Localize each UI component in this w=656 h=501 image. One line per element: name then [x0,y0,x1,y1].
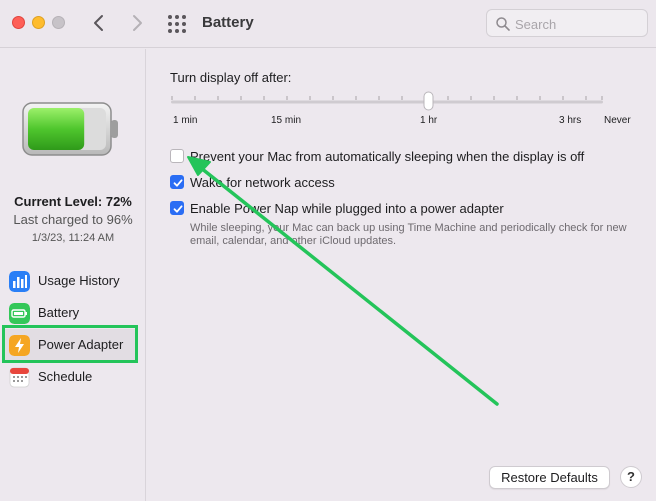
slider-tick-label: 3 hrs [559,115,582,126]
help-button[interactable]: ? [620,466,642,488]
grid-icon [168,15,186,33]
sidebar-item-label: Battery [38,305,80,320]
power-adapter-highlight [2,325,138,363]
chevron-right-icon [133,15,142,31]
search-icon [496,17,510,31]
checkmark-icon [173,205,183,213]
window-title: Battery [202,14,254,31]
bar-chart-icon [9,271,30,292]
prevent-sleep-checkbox[interactable] [170,149,184,163]
sidebar-item-usage-history[interactable]: Usage History [4,265,135,297]
last-charged-label: Last charged to 96% [13,212,133,227]
wake-network-checkbox[interactable] [170,175,184,189]
back-button[interactable] [88,12,110,34]
show-all-button[interactable] [166,13,188,35]
calendar-icon [9,367,30,388]
wake-network-label: Wake for network access [190,175,335,190]
current-level-label: Current Level: 72% [14,194,132,209]
slider-tick-label: 1 min [173,115,198,126]
slider-title: Turn display off after: [170,70,292,85]
checkmark-icon [173,179,183,187]
sidebar-item-label: Schedule [38,369,93,384]
slider-tick-label: 1 hr [420,115,438,126]
main-pane: Turn display off after: 1 min 15 min 1 h… [147,49,656,501]
power-nap-description: While sleeping, your Mac can back up usi… [190,222,627,247]
search-field[interactable] [486,9,648,37]
display-sleep-slider[interactable] [171,91,603,115]
battery-level-icon [22,102,118,156]
slider-thumb [423,91,434,111]
close-window-button[interactable] [12,16,25,29]
forward-button[interactable] [126,12,148,34]
charged-date-label: 1/3/23, 11:24 AM [31,232,115,244]
slider-tick-label: 15 min [271,115,302,126]
chevron-left-icon [94,15,103,31]
title-bar: Battery [0,0,656,48]
prevent-sleep-label: Prevent your Mac from automatically slee… [190,149,585,164]
battery-icon [9,303,30,324]
restore-defaults-button[interactable]: Restore Defaults [489,466,610,489]
sidebar-item-label: Usage History [38,273,120,288]
minimize-window-button[interactable] [32,16,45,29]
sidebar-item-schedule[interactable]: Schedule [4,361,135,393]
slider-tick-label: Never [604,115,631,126]
power-nap-label: Enable Power Nap while plugged into a po… [190,201,504,216]
search-input[interactable] [515,14,641,34]
zoom-window-button[interactable] [52,16,65,29]
power-nap-checkbox[interactable] [170,201,184,215]
sidebar: Current Level: 72% Last charged to 96% 1… [0,49,146,501]
